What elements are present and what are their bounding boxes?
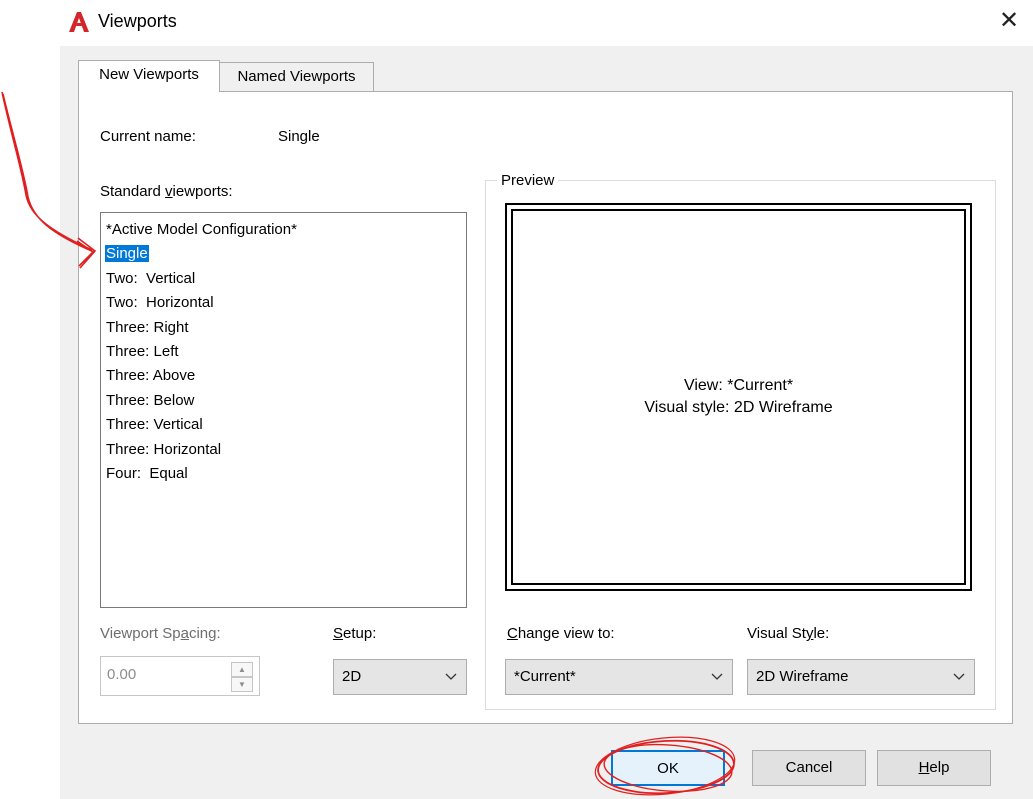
list-item-label: Single xyxy=(105,245,149,263)
visual-style-dropdown[interactable]: 2D Wireframe xyxy=(747,659,975,695)
standard-viewports-label: Standard viewports: xyxy=(100,183,233,200)
ok-button[interactable]: OK xyxy=(611,750,725,786)
tab-named-viewports[interactable]: Named Viewports xyxy=(220,62,374,92)
viewport-spacing-value: 0.00 xyxy=(107,666,137,683)
title-bar xyxy=(60,0,1033,46)
list-item-label: Four: Equal xyxy=(106,464,188,482)
preview-legend: Preview xyxy=(497,172,559,189)
list-item-label: Three: Left xyxy=(106,342,179,360)
chevron-down-icon xyxy=(445,673,457,680)
chevron-down-icon xyxy=(953,673,965,680)
list-item[interactable]: Three: Below xyxy=(105,389,466,413)
list-item[interactable]: Four: Equal xyxy=(105,462,466,486)
visual-style-label: Visual Style: xyxy=(747,625,830,642)
list-item-label: *Active Model Configuration* xyxy=(106,221,297,238)
change-view-value: *Current* xyxy=(514,668,576,685)
preview-viewport: View: *Current* Visual style: 2D Wirefra… xyxy=(511,209,966,585)
current-name-value: Single xyxy=(278,128,320,145)
standard-viewports-list[interactable]: *Active Model Configuration* Single Two: V… xyxy=(100,212,467,608)
spin-down-icon[interactable]: ▼ xyxy=(231,677,253,692)
preview-style-text: Visual style: 2D Wireframe xyxy=(644,399,833,416)
list-item[interactable]: Three: Above xyxy=(105,364,466,388)
autocad-logo-icon xyxy=(69,12,89,32)
change-view-dropdown[interactable]: *Current* xyxy=(505,659,733,695)
list-item[interactable]: Three: Right xyxy=(105,316,466,340)
list-item[interactable]: Three: Vertical xyxy=(105,413,466,437)
list-item[interactable]: *Active Model Configuration* xyxy=(105,218,466,242)
help-button[interactable]: Help xyxy=(877,750,991,786)
tab-new-viewports[interactable]: New Viewports xyxy=(78,60,220,92)
chevron-down-icon xyxy=(711,673,723,680)
viewport-spacing-label: Viewport Spacing: xyxy=(100,625,221,642)
visual-style-value: 2D Wireframe xyxy=(756,668,849,685)
list-item[interactable]: Two: Horizontal xyxy=(105,291,466,315)
list-item-label: Two: Horizontal xyxy=(106,294,214,312)
list-item[interactable]: Three: Horizontal xyxy=(105,438,466,462)
list-item-label: Three: Vertical xyxy=(106,416,203,434)
list-item-label: Three: Below xyxy=(106,391,195,409)
change-view-label: Change view to: xyxy=(507,625,615,642)
close-icon[interactable]: ✕ xyxy=(994,6,1024,36)
setup-dropdown[interactable]: 2D xyxy=(333,659,467,695)
setup-value: 2D xyxy=(342,668,362,685)
preview-view-text: View: *Current* xyxy=(683,377,794,394)
spin-up-icon[interactable]: ▲ xyxy=(231,662,253,677)
list-item-label: Three: Above xyxy=(106,367,196,385)
cancel-button[interactable]: Cancel xyxy=(752,750,866,786)
list-item-label: Three: Horizontal xyxy=(106,440,222,458)
setup-label: Setup: xyxy=(333,625,377,642)
preview-frame: View: *Current* Visual style: 2D Wirefra… xyxy=(505,203,972,591)
list-item[interactable]: Two: Vertical xyxy=(105,267,466,291)
list-item-label: Two: Vertical xyxy=(106,269,196,287)
viewport-spacing-spinner: ▲ ▼ xyxy=(231,662,253,692)
list-item[interactable]: Three: Left xyxy=(105,340,466,364)
list-item-label: Three: Right xyxy=(106,318,189,336)
current-name-label: Current name: xyxy=(100,128,196,145)
window-title: Viewports xyxy=(98,11,177,31)
list-item[interactable]: Single xyxy=(105,242,466,266)
